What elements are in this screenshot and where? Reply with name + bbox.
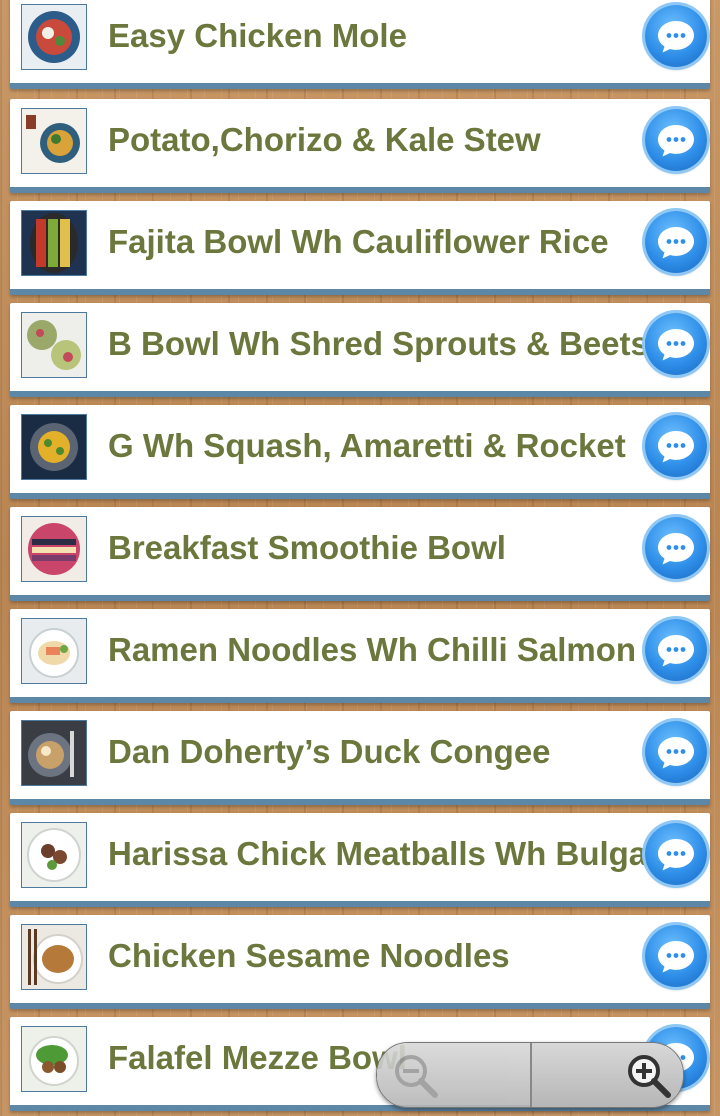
list-item[interactable]: Harissa Chick Meatballs Wh Bulgar	[10, 813, 710, 907]
recipe-title: Potato,Chorizo & Kale Stew	[108, 121, 541, 158]
recipe-title: Breakfast Smoothie Bowl	[108, 529, 506, 566]
list-item[interactable]: Ramen Noodles Wh Chilli Salmon	[10, 609, 710, 703]
chat-bubble-icon[interactable]	[645, 313, 707, 375]
recipe-title: Chicken Sesame Noodles	[108, 937, 510, 974]
recipe-title: Easy Chicken Mole	[108, 17, 407, 54]
fajita-bowl-thumbnail	[21, 210, 87, 276]
sprouts-bowl-thumbnail	[21, 312, 87, 378]
chat-bubble-icon[interactable]	[645, 721, 707, 783]
chat-bubble-icon[interactable]	[645, 5, 707, 67]
list-item[interactable]: Fajita Bowl Wh Cauliflower Rice	[10, 201, 710, 295]
zoom-controls	[376, 1042, 684, 1108]
recipe-title: Ramen Noodles Wh Chilli Salmon	[108, 631, 637, 668]
list-item[interactable]: Dan Doherty’s Duck Congee	[10, 711, 710, 805]
list-item[interactable]: B Bowl Wh Shred Sprouts & Beets	[10, 303, 710, 397]
meatballs-thumbnail	[21, 822, 87, 888]
zoom-in-button[interactable]	[530, 1043, 683, 1107]
chat-bubble-icon[interactable]	[645, 925, 707, 987]
zoom-out-icon	[395, 1055, 438, 1098]
chat-bubble-icon[interactable]	[645, 211, 707, 273]
recipe-title: B Bowl Wh Shred Sprouts & Beets	[108, 325, 649, 362]
zoom-in-icon	[628, 1055, 671, 1098]
bowl-food-thumbnail	[21, 4, 87, 70]
recipe-title: Falafel Mezze Bowl	[108, 1039, 407, 1076]
list-item[interactable]: Chicken Sesame Noodles	[10, 915, 710, 1009]
list-item[interactable]: Easy Chicken Mole	[10, 0, 710, 89]
chat-bubble-icon[interactable]	[645, 109, 707, 171]
smoothie-bowl-thumbnail	[21, 516, 87, 582]
chat-bubble-icon[interactable]	[645, 823, 707, 885]
recipe-title: Dan Doherty’s Duck Congee	[108, 733, 551, 770]
recipe-title: Harissa Chick Meatballs Wh Bulgar	[108, 835, 660, 872]
chat-bubble-icon[interactable]	[645, 415, 707, 477]
squash-thumbnail	[21, 414, 87, 480]
ramen-thumbnail	[21, 618, 87, 684]
chat-bubble-icon[interactable]	[645, 619, 707, 681]
congee-thumbnail	[21, 720, 87, 786]
noodles-thumbnail	[21, 924, 87, 990]
chat-bubble-icon[interactable]	[645, 517, 707, 579]
falafel-thumbnail	[21, 1026, 87, 1092]
stew-thumbnail	[21, 108, 87, 174]
list-item[interactable]: G Wh Squash, Amaretti & Rocket	[10, 405, 710, 499]
list-item[interactable]: Breakfast Smoothie Bowl	[10, 507, 710, 601]
recipe-title: Fajita Bowl Wh Cauliflower Rice	[108, 223, 609, 260]
zoom-out-button[interactable]	[377, 1043, 530, 1107]
list-item[interactable]: Potato,Chorizo & Kale Stew	[10, 99, 710, 193]
recipe-title: G Wh Squash, Amaretti & Rocket	[108, 427, 626, 464]
